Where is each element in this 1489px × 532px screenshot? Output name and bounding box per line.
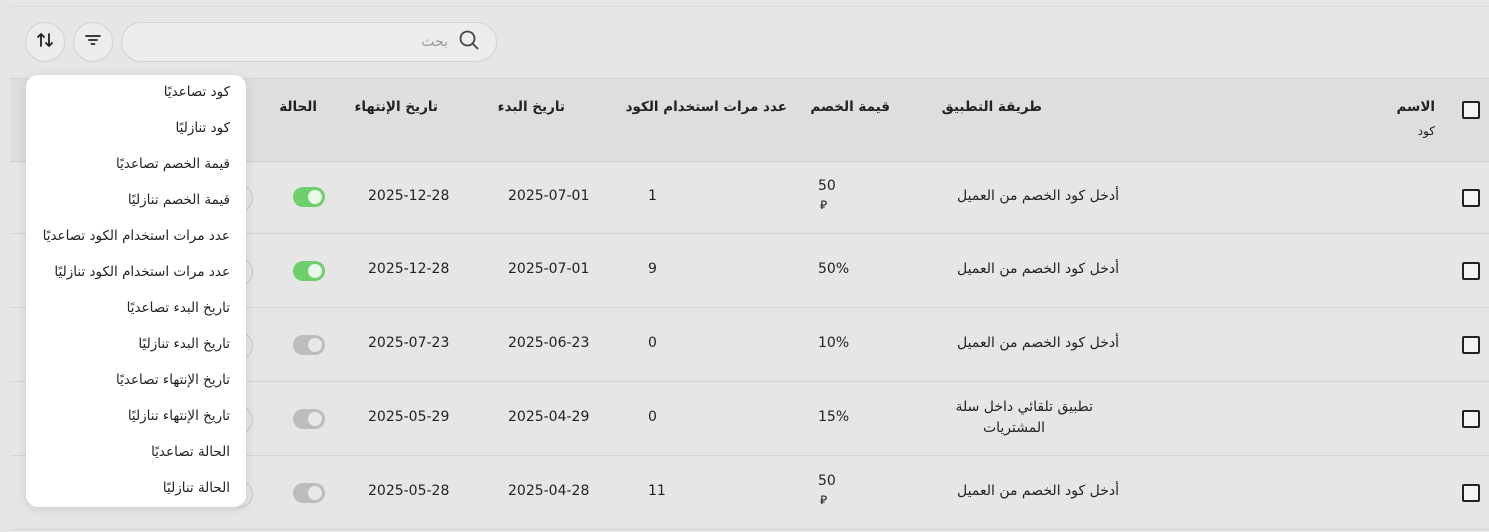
row-usage: 0 xyxy=(648,335,657,351)
row-usage: 0 xyxy=(648,409,657,425)
row-method-line2: المشتريات xyxy=(982,420,1045,436)
status-toggle[interactable] xyxy=(293,483,325,503)
row-usage: 11 xyxy=(648,483,666,499)
status-toggle[interactable] xyxy=(293,187,325,207)
row-method: أدخل كود الخصم من العميل xyxy=(957,188,1119,204)
riyal-currency-icon: ⃁ xyxy=(820,493,828,507)
sort-option[interactable]: تاريخ البدء تصاعديًا xyxy=(127,300,230,316)
sort-option[interactable]: تاريخ البدء تنازليًا xyxy=(138,336,230,352)
row-end-date: 2025-05-29 xyxy=(368,409,450,425)
row-checkbox[interactable] xyxy=(1462,336,1480,354)
status-toggle[interactable] xyxy=(293,261,325,281)
filter-button[interactable] xyxy=(73,22,113,62)
row-method: أدخل كود الخصم من العميل xyxy=(957,335,1119,351)
row-discount: 15% xyxy=(818,409,850,425)
row-end-date: 2025-05-28 xyxy=(368,483,450,499)
row-method: أدخل كود الخصم من العميل xyxy=(957,483,1119,499)
header-end-date[interactable]: تاريخ الإنتهاء xyxy=(354,99,438,115)
header-start-date[interactable]: تاريخ البدء xyxy=(498,99,565,115)
row-checkbox[interactable] xyxy=(1462,189,1480,207)
row-start-date: 2025-07-01 xyxy=(508,261,590,277)
sort-option[interactable]: تاريخ الإنتهاء تنازليًا xyxy=(128,408,230,424)
riyal-currency-icon: ⃁ xyxy=(820,198,828,212)
header-status[interactable]: الحالة xyxy=(279,99,317,115)
status-toggle[interactable] xyxy=(293,409,325,429)
status-toggle[interactable] xyxy=(293,335,325,355)
header-name-sub: كود xyxy=(1417,124,1435,138)
sort-option[interactable]: قيمة الخصم تصاعديًا xyxy=(116,156,230,172)
row-method: تطبيق تلقائي داخل سلة xyxy=(955,399,1093,415)
sort-option[interactable]: كود تنازليًا xyxy=(176,120,230,136)
sort-option[interactable]: عدد مرات استخدام الكود تنازليًا xyxy=(54,264,230,280)
sort-option[interactable]: كود تصاعديًا xyxy=(164,84,230,100)
sort-button[interactable] xyxy=(25,22,65,62)
row-discount: 50 xyxy=(818,178,836,194)
row-discount: 50% xyxy=(818,261,850,277)
select-all-checkbox[interactable] xyxy=(1462,101,1480,119)
search-box[interactable] xyxy=(121,22,497,62)
row-checkbox[interactable] xyxy=(1462,262,1480,280)
search-input[interactable] xyxy=(166,33,450,51)
search-icon xyxy=(458,29,480,55)
sort-option[interactable]: الحالة تصاعديًا xyxy=(151,444,230,460)
row-start-date: 2025-06-23 xyxy=(508,335,590,351)
sort-option[interactable]: الحالة تنازليًا xyxy=(163,480,230,496)
header-usage[interactable]: عدد مرات استخدام الكود xyxy=(626,99,787,115)
row-end-date: 2025-07-23 xyxy=(368,335,450,351)
sort-menu: كود تصاعديًا كود تنازليًا قيمة الخصم تصا… xyxy=(26,75,246,507)
header-method: طريقة التطبيق xyxy=(941,99,1042,115)
top-divider xyxy=(10,6,1489,7)
sort-arrows-icon xyxy=(35,30,55,54)
row-end-date: 2025-12-28 xyxy=(368,261,450,277)
row-start-date: 2025-04-28 xyxy=(508,483,590,499)
row-checkbox[interactable] xyxy=(1462,484,1480,502)
row-end-date: 2025-12-28 xyxy=(368,188,450,204)
row-usage: 9 xyxy=(648,261,657,277)
sort-option[interactable]: قيمة الخصم تنازليًا xyxy=(128,192,230,208)
row-checkbox[interactable] xyxy=(1462,410,1480,428)
header-discount[interactable]: قيمة الخصم xyxy=(810,99,890,115)
row-start-date: 2025-07-01 xyxy=(508,188,590,204)
row-usage: 1 xyxy=(648,188,657,204)
sort-option[interactable]: تاريخ الإنتهاء تصاعديًا xyxy=(116,372,230,388)
row-discount: 10% xyxy=(818,335,850,351)
row-discount: 50 xyxy=(818,473,836,489)
row-method: أدخل كود الخصم من العميل xyxy=(957,261,1119,277)
filter-icon xyxy=(83,30,103,54)
row-start-date: 2025-04-29 xyxy=(508,409,590,425)
header-name[interactable]: الاسم xyxy=(1396,99,1435,115)
sort-option[interactable]: عدد مرات استخدام الكود تصاعديًا xyxy=(43,228,230,244)
